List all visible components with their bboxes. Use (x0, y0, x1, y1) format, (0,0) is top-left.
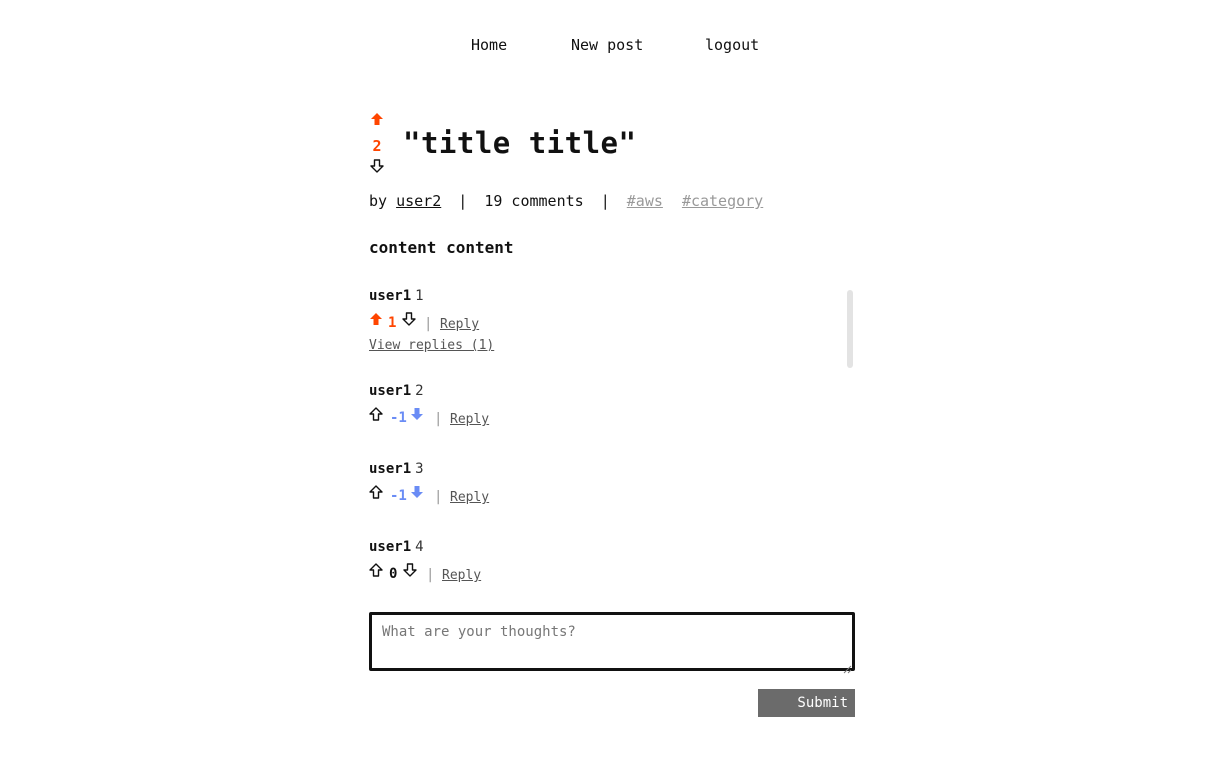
comment-upvote-icon[interactable] (369, 312, 383, 330)
tag-link[interactable]: #aws (627, 192, 663, 210)
comment-header: user1 2 (369, 383, 839, 399)
post-upvote-icon[interactable] (370, 111, 384, 130)
comment-author: user1 (369, 288, 412, 304)
comments-scrollbar[interactable] (847, 290, 853, 368)
comment-reply-link[interactable]: Reply (440, 317, 479, 332)
comment-input[interactable] (369, 612, 855, 671)
comment-reply-link[interactable]: Reply (450, 490, 489, 505)
comment-header: user1 1 (369, 288, 839, 304)
post-content: content content (369, 238, 514, 257)
comment-body: 2 (415, 383, 424, 399)
post-by-label: by (369, 192, 388, 210)
nav-logout-link[interactable]: logout (705, 36, 759, 54)
comment-upvote-icon[interactable] (369, 407, 383, 425)
comment-downvote-icon[interactable] (403, 563, 417, 581)
comment-reply-link[interactable]: Reply (442, 568, 481, 583)
comment-item: user1 1 1 | Reply View replies (1) (369, 288, 839, 353)
actions-divider: | (434, 411, 443, 427)
view-replies-link[interactable]: View replies (1) (369, 338, 494, 353)
comment-item: user1 2 -1 | Reply (369, 383, 839, 427)
comments-list[interactable]: user1 1 1 | Reply View replies (1) user1 2… (369, 288, 855, 588)
comment-upvote-icon[interactable] (369, 485, 383, 503)
comment-upvote-icon[interactable] (369, 563, 383, 581)
post-score: 2 (372, 137, 382, 155)
comment-body: 4 (415, 539, 424, 555)
comment-downvote-icon[interactable] (410, 485, 424, 503)
tag-link[interactable]: #category (682, 192, 763, 210)
top-nav: Home New post logout (0, 36, 1224, 56)
post-title: "title title" (403, 126, 637, 160)
comment-body: 1 (415, 288, 424, 304)
nav-home-link[interactable]: Home (471, 36, 507, 54)
actions-divider: | (424, 316, 433, 332)
submit-button[interactable]: Submit (758, 689, 855, 717)
post-comments-count: 19 comments (484, 192, 584, 210)
meta-separator: | (600, 192, 610, 210)
post-meta: by user2 | 19 comments | #aws #category (369, 192, 773, 210)
comment-score: -1 (390, 488, 407, 504)
meta-separator: | (458, 192, 468, 210)
comment-score: 1 (388, 315, 397, 331)
actions-divider: | (434, 489, 443, 505)
comment-score: -1 (390, 410, 407, 426)
comment-item: user1 4 0 | Reply (369, 539, 839, 583)
comment-author: user1 (369, 461, 412, 477)
post-author-link[interactable]: user2 (396, 192, 441, 210)
comment-author: user1 (369, 383, 412, 399)
resize-grip-icon[interactable] (843, 659, 852, 674)
comment-author: user1 (369, 539, 412, 555)
comment-downvote-icon[interactable] (410, 407, 424, 425)
comment-score: 0 (389, 566, 398, 582)
nav-new-post-link[interactable]: New post (571, 36, 643, 54)
comment-header: user1 3 (369, 461, 839, 477)
comment-item: user1 3 -1 | Reply (369, 461, 839, 505)
comment-reply-link[interactable]: Reply (450, 412, 489, 427)
comment-downvote-icon[interactable] (402, 312, 416, 330)
actions-divider: | (426, 567, 435, 583)
comment-body: 3 (415, 461, 424, 477)
comment-header: user1 4 (369, 539, 839, 555)
post-downvote-icon[interactable] (370, 158, 384, 177)
